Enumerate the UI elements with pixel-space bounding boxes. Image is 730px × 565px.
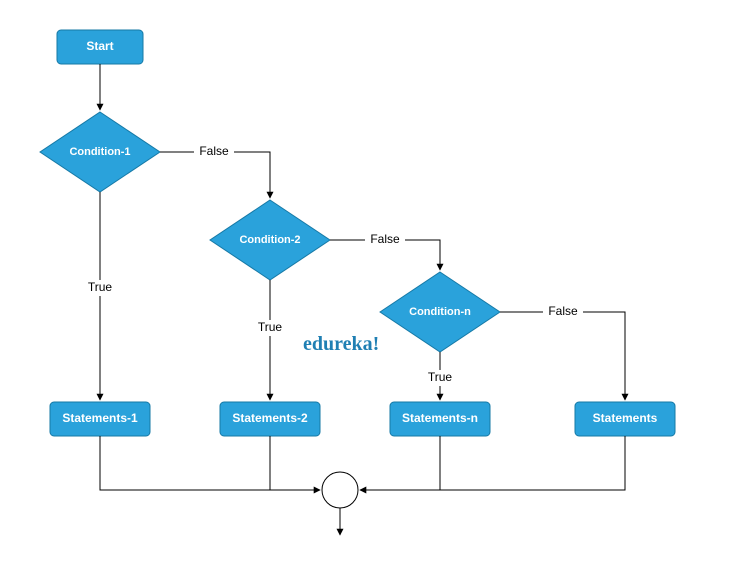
condition-1-node: Condition-1 bbox=[40, 112, 160, 192]
edge-stmt1-merge bbox=[100, 436, 320, 490]
statements-2-label: Statements-2 bbox=[232, 411, 308, 425]
edge-condn-false bbox=[500, 312, 625, 400]
cond1-false-label: False bbox=[199, 144, 229, 158]
statements-2-node: Statements-2 bbox=[220, 402, 320, 436]
statements-1-node: Statements-1 bbox=[50, 402, 150, 436]
cond1-true-label: True bbox=[88, 280, 113, 294]
edge-stmtn-merge bbox=[360, 436, 440, 490]
condition-2-node: Condition-2 bbox=[210, 200, 330, 280]
statements-else-node: Statements bbox=[575, 402, 675, 436]
start-label: Start bbox=[86, 39, 113, 53]
brand-text: edureka! bbox=[303, 333, 379, 355]
statements-n-node: Statements-n bbox=[390, 402, 490, 436]
edge-stmt2-merge bbox=[270, 436, 320, 490]
statements-else-label: Statements bbox=[593, 411, 658, 425]
condition-n-node: Condition-n bbox=[380, 272, 500, 352]
cond2-true-label: True bbox=[258, 320, 283, 334]
start-node: Start bbox=[57, 30, 143, 64]
condn-false-label: False bbox=[548, 304, 578, 318]
condn-true-label: True bbox=[428, 370, 453, 384]
edge-stmt-else-merge bbox=[360, 436, 625, 490]
statements-n-label: Statements-n bbox=[402, 411, 478, 425]
cond2-false-label: False bbox=[370, 232, 400, 246]
condition-1-label: Condition-1 bbox=[69, 146, 130, 158]
condition-n-label: Condition-n bbox=[409, 306, 471, 318]
statements-1-label: Statements-1 bbox=[62, 411, 138, 425]
merge-connector bbox=[322, 472, 358, 508]
condition-2-label: Condition-2 bbox=[239, 234, 300, 246]
